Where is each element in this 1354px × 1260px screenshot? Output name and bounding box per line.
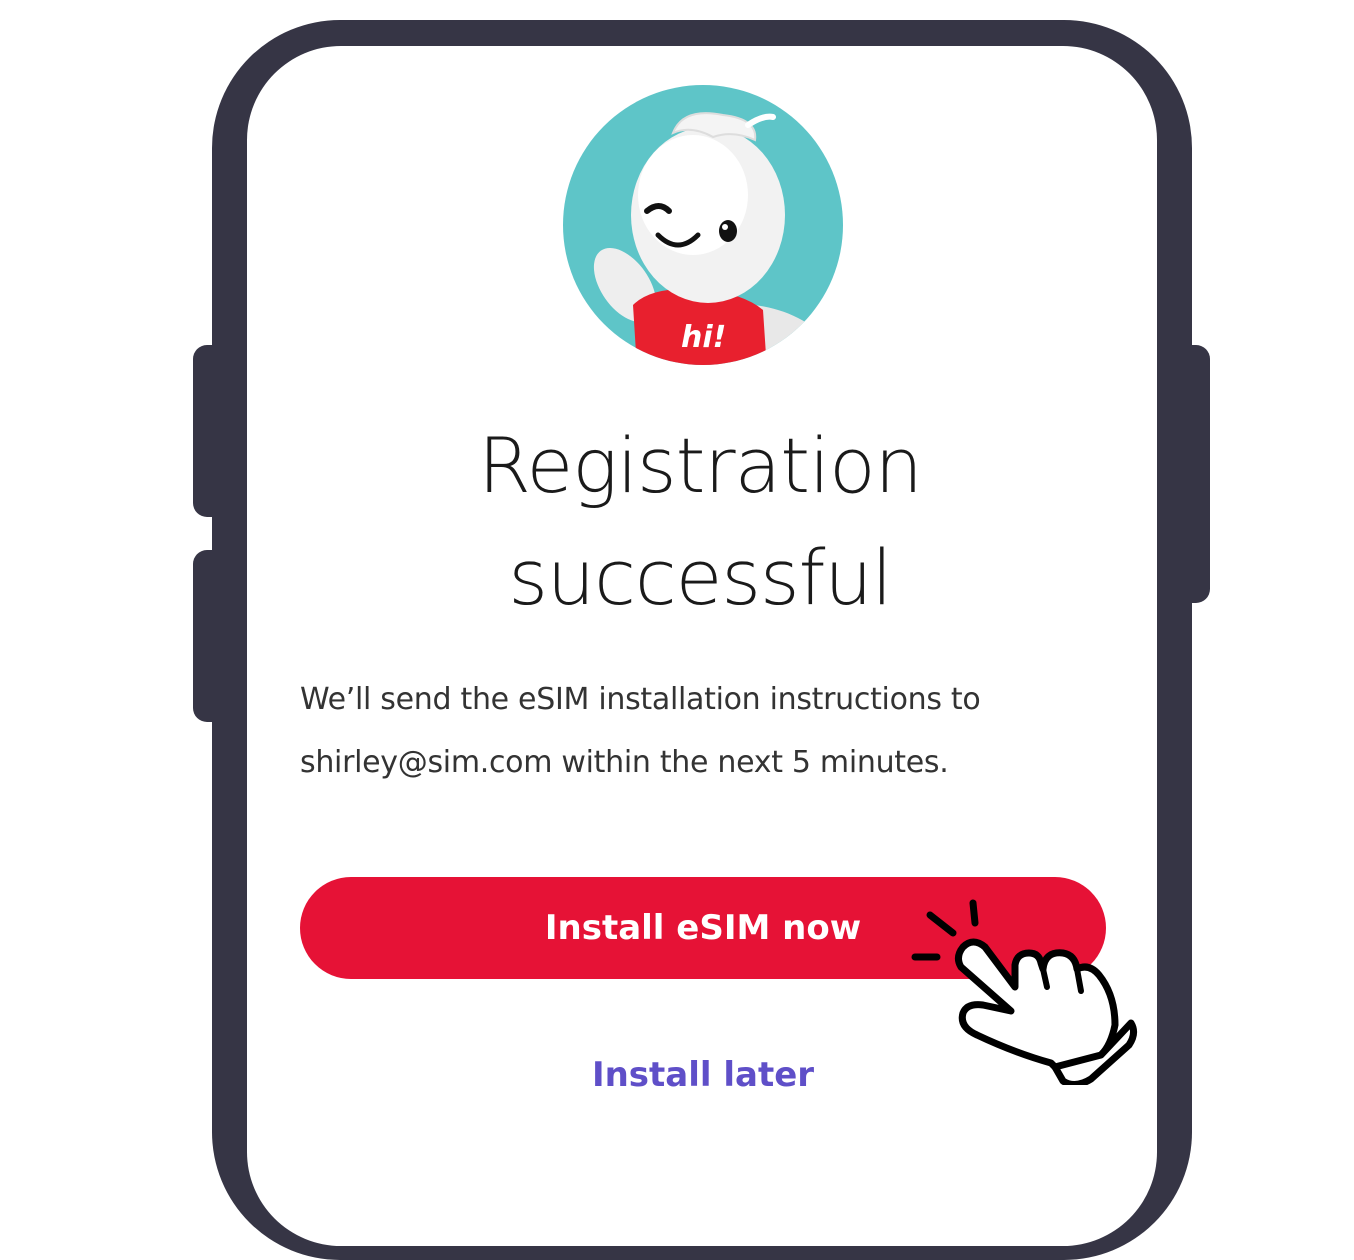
mascot-avatar-icon: hi! [563,85,843,365]
page-title-line-1: Registration [478,421,923,510]
page-title-line-2: successful [508,533,892,622]
confirmation-message-line-1: We’ll send the eSIM installation instruc… [300,682,981,717]
install-later-button[interactable]: Install later [500,1048,906,1102]
confirmation-message-line-2: shirley@sim.com within the next 5 minute… [300,745,949,780]
mascot-shirt-text: hi! [681,320,726,355]
tap-hand-icon [905,895,1145,1085]
confirmation-message: We’ll send the eSIM installation instruc… [300,668,1080,794]
page-title: Registration successful [400,410,1000,634]
